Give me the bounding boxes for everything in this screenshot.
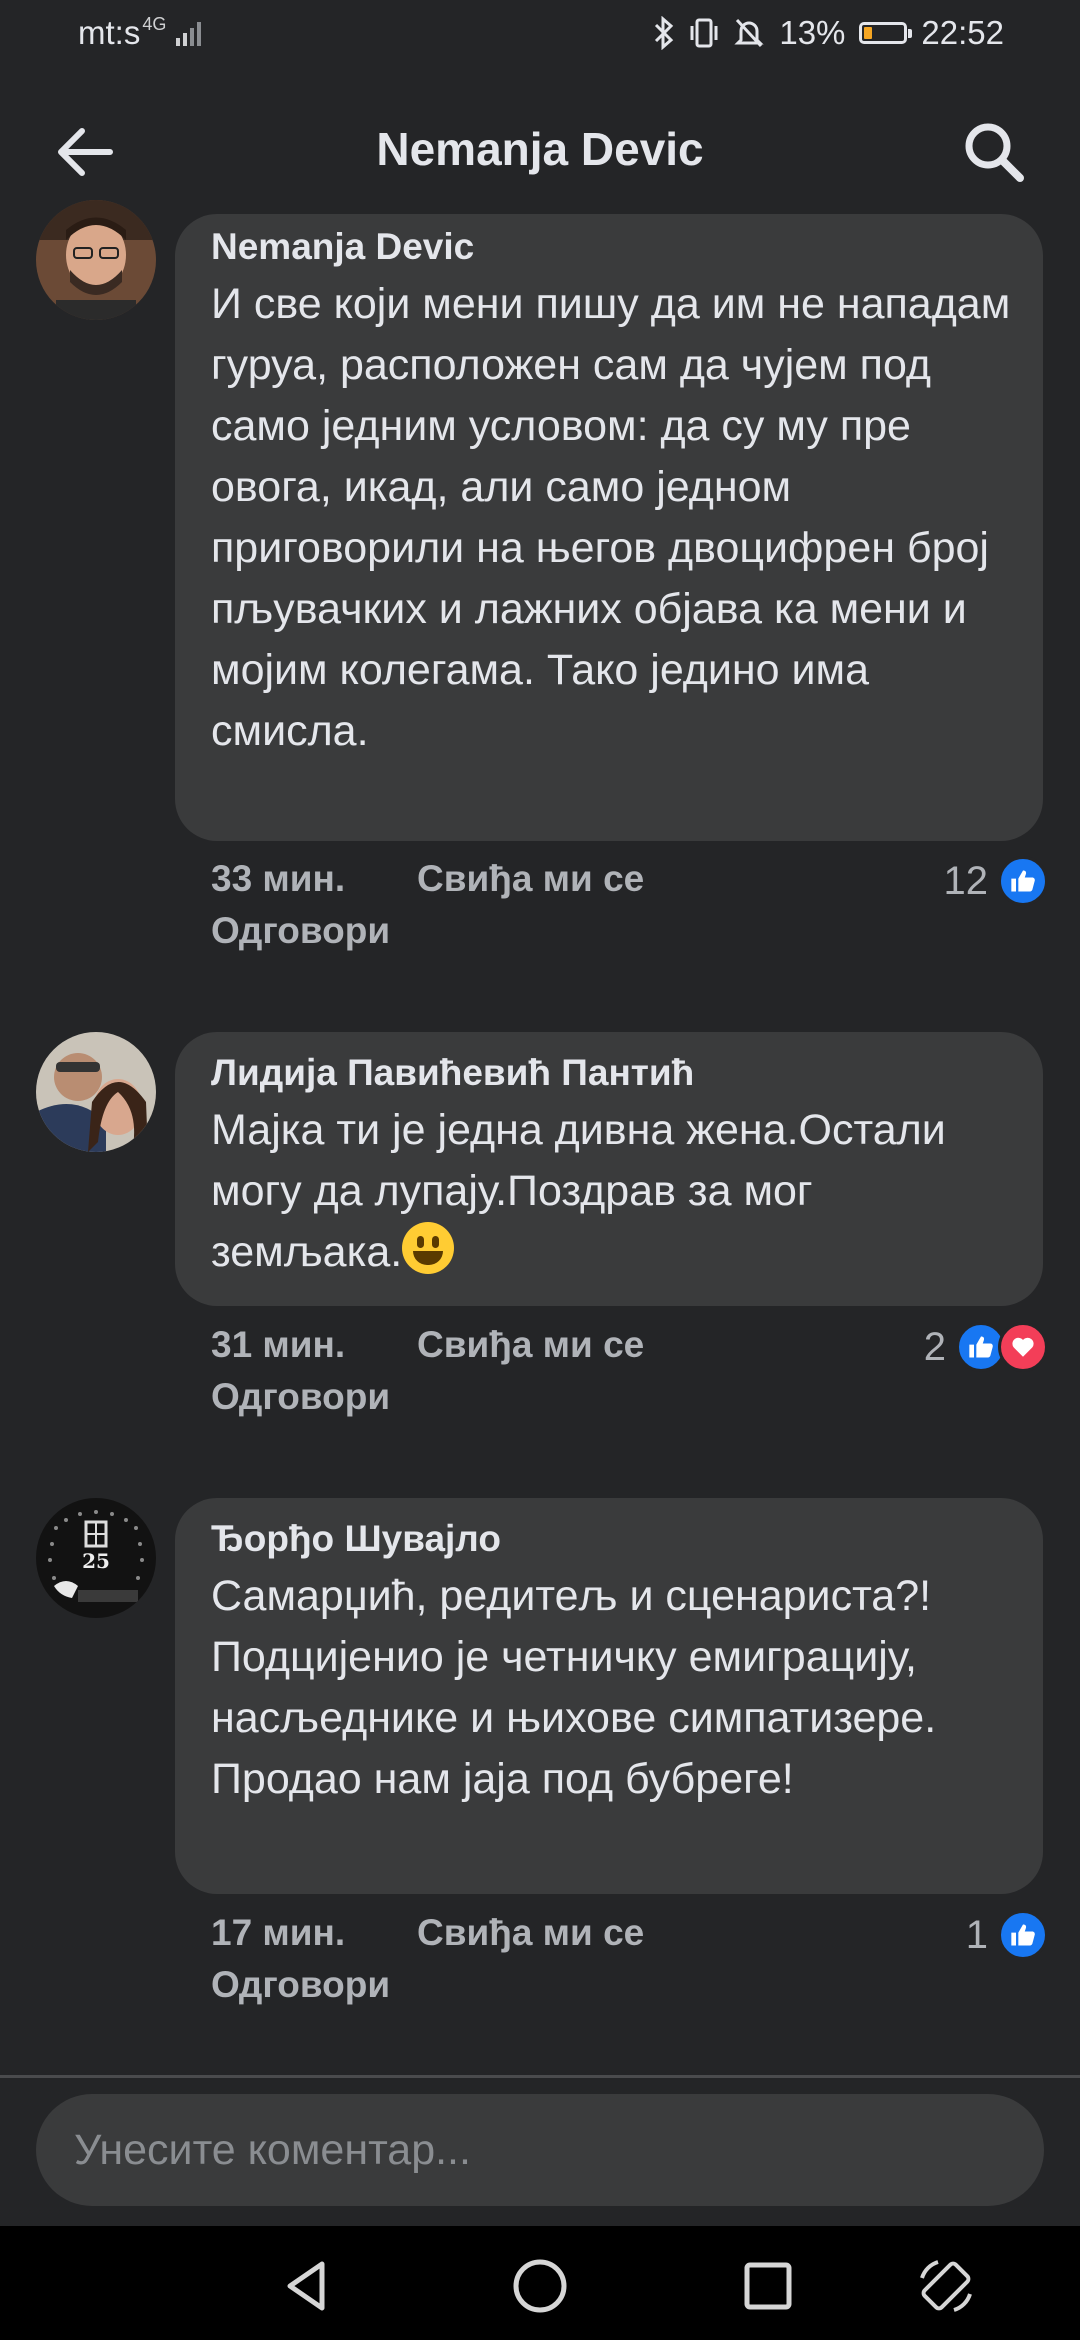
mute-bell-icon bbox=[734, 18, 764, 48]
reaction-count: 1 bbox=[965, 1912, 988, 1957]
comment-actions: 33 мин. Свиђа ми се Одговори bbox=[211, 858, 644, 952]
carrier-name: mt:s bbox=[78, 14, 141, 51]
nav-recents-icon[interactable] bbox=[738, 2256, 798, 2316]
avatar-photo bbox=[36, 1032, 156, 1152]
comment-text-body: Мајка ти је једна дивна жена.Остали могу… bbox=[211, 1106, 946, 1276]
love-icon bbox=[998, 1322, 1048, 1372]
avatar-photo bbox=[36, 200, 156, 320]
avatar[interactable] bbox=[36, 200, 156, 320]
comment-actions: 17 мин. Свиђа ми се Одговори bbox=[211, 1912, 644, 2006]
status-icons: 13% 22:52 bbox=[653, 14, 1004, 52]
vibrate-icon bbox=[690, 18, 718, 48]
comment-bubble[interactable]: Ђорђо Шувајло Самарџић, редитељ и сценар… bbox=[175, 1498, 1043, 1894]
battery-icon bbox=[859, 22, 913, 44]
like-button[interactable]: Свиђа ми се bbox=[417, 1324, 644, 1365]
reaction-summary[interactable]: 1 bbox=[966, 1910, 1048, 1960]
avatar[interactable] bbox=[36, 1032, 156, 1152]
nav-back-icon[interactable] bbox=[278, 2256, 338, 2316]
like-button[interactable]: Свиђа ми се bbox=[417, 1912, 644, 1953]
comment-time: 31 мин. bbox=[211, 1324, 346, 1365]
like-icon bbox=[998, 1910, 1048, 1960]
signal-icon bbox=[175, 22, 201, 46]
avatar[interactable]: 25 bbox=[36, 1498, 156, 1618]
nav-home-icon[interactable] bbox=[510, 2256, 570, 2316]
comment-text: Самарџић, редитељ и сценариста?! Подције… bbox=[211, 1572, 937, 1803]
reply-button[interactable]: Одговори bbox=[211, 1376, 644, 1418]
reaction-count: 12 bbox=[943, 858, 989, 903]
comment-author[interactable]: Nemanja Devic bbox=[211, 226, 1013, 268]
battery-percent: 13% bbox=[779, 14, 846, 51]
reaction-summary[interactable]: 2 bbox=[924, 1322, 1048, 1372]
network-type: 4G bbox=[142, 14, 167, 34]
app-header: Nemanja Devic bbox=[0, 72, 1080, 228]
comment-author[interactable]: Ђорђо Шувајло bbox=[211, 1518, 1013, 1560]
comment-composer bbox=[36, 2094, 1044, 2206]
system-nav-bar bbox=[0, 2226, 1080, 2340]
reaction-summary[interactable]: 12 bbox=[943, 856, 1048, 906]
reaction-count: 2 bbox=[923, 1324, 946, 1369]
comment-bubble[interactable]: Nemanja Devic И све који мени пишу да им… bbox=[175, 214, 1043, 841]
bluetooth-icon bbox=[655, 16, 674, 50]
battery-fill bbox=[864, 27, 873, 39]
comment-actions: 31 мин. Свиђа ми се Одговори bbox=[211, 1324, 644, 1418]
reply-button[interactable]: Одговори bbox=[211, 1964, 644, 2006]
status-bar: mt:s 4G 13% 22:52 bbox=[0, 0, 1080, 72]
avatar-photo: 25 bbox=[36, 1498, 156, 1618]
avatar-badge-number: 25 bbox=[82, 1549, 110, 1573]
clock: 22:52 bbox=[921, 14, 1004, 51]
comment-time: 17 мин. bbox=[211, 1912, 346, 1953]
comment-text: И све који мени пишу да им не нападам гу… bbox=[211, 280, 1011, 755]
like-icon bbox=[998, 856, 1048, 906]
comment-input[interactable] bbox=[36, 2094, 1044, 2206]
rotate-screen-icon[interactable] bbox=[916, 2256, 976, 2316]
page-title: Nemanja Devic bbox=[376, 123, 704, 175]
search-icon[interactable] bbox=[960, 118, 1028, 186]
comment-author[interactable]: Лидија Павићевић Пантић bbox=[211, 1052, 1013, 1094]
composer-divider bbox=[0, 2075, 1080, 2078]
carrier-info: mt:s 4G bbox=[78, 14, 206, 52]
grinning-face-emoji-icon bbox=[402, 1222, 455, 1274]
comment-text: Мајка ти је једна дивна жена.Остали могу… bbox=[211, 1100, 1013, 1283]
comment-time: 33 мин. bbox=[211, 858, 346, 899]
like-button[interactable]: Свиђа ми се bbox=[417, 858, 644, 899]
comment-bubble[interactable]: Лидија Павићевић Пантић Мајка ти је једн… bbox=[175, 1032, 1043, 1306]
reply-button[interactable]: Одговори bbox=[211, 910, 644, 952]
